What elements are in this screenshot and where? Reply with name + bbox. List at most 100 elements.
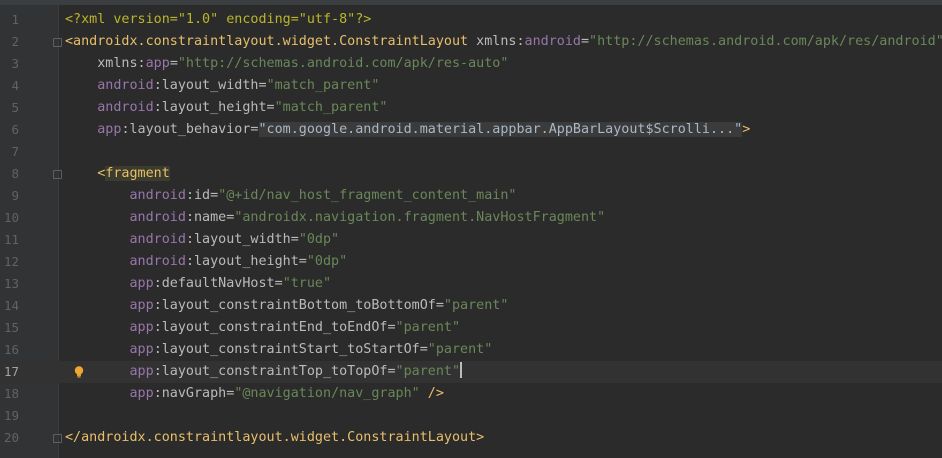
code-line[interactable]: 18 app:navGraph="@navigation/nav_graph" … (0, 383, 942, 405)
code-token: android (524, 34, 581, 49)
code-line[interactable]: 1 <?xml version="1.0" encoding="utf-8"?> (0, 9, 942, 31)
code-token: app (145, 56, 170, 71)
line-number[interactable]: 6 (0, 119, 19, 141)
code-token: app (129, 298, 154, 313)
fold-marker-icon[interactable] (53, 170, 62, 179)
code-line[interactable]: 16 app:layout_constraintStart_toStartOf=… (0, 339, 942, 361)
code-line[interactable]: 6 app:layout_behavior="com.google.androi… (0, 119, 942, 141)
code-text[interactable]: android:id="@+id/nav_host_fragment_conte… (65, 185, 517, 207)
code-line[interactable]: 4 android:layout_width="match_parent" (0, 75, 942, 97)
line-number[interactable]: 9 (0, 185, 19, 207)
code-line[interactable]: 8 <fragment (0, 163, 942, 185)
code-token: <androidx.constraintlayout.widget.Constr… (65, 34, 477, 49)
code-text[interactable]: xmlns:app="http://schemas.android.com/ap… (65, 53, 508, 75)
folded-region[interactable]: "com.google.android.material.appbar.AppB… (258, 122, 743, 137)
code-token: "parent" (395, 320, 461, 335)
code-token: "0dp" (298, 232, 340, 247)
code-token: "androidx.navigation.fragment.NavHostFra… (234, 210, 606, 225)
code-text[interactable]: <?xml version="1.0" encoding="utf-8"?> (65, 9, 371, 31)
fold-marker-icon[interactable] (53, 38, 62, 47)
code-token: app (97, 122, 122, 137)
code-token: android (129, 210, 186, 225)
line-number[interactable]: 8 (0, 163, 19, 185)
line-number[interactable]: 5 (0, 97, 19, 119)
code-text[interactable]: app:layout_constraintTop_toTopOf="parent… (65, 361, 463, 383)
code-line[interactable]: 13 app:defaultNavHost="true" (0, 273, 942, 295)
code-token: :defaultNavHost= (153, 276, 283, 291)
code-token: android (97, 100, 154, 115)
code-line[interactable]: 10 android:name="androidx.navigation.fra… (0, 207, 942, 229)
code-text[interactable]: app:layout_constraintBottom_toBottomOf="… (65, 295, 509, 317)
code-token: :layout_width= (185, 232, 299, 247)
code-token: :layout_constraintTop_toTopOf= (153, 364, 396, 379)
code-text[interactable]: app:layout_constraintEnd_toEndOf="parent… (65, 317, 461, 339)
code-token: android (129, 188, 186, 203)
code-line[interactable]: 19 (0, 405, 942, 427)
code-line[interactable]: 2 <androidx.constraintlayout.widget.Const… (0, 31, 942, 53)
code-text[interactable]: <fragment (65, 163, 170, 185)
line-number[interactable]: 19 (0, 405, 19, 427)
code-text[interactable]: <androidx.constraintlayout.widget.Constr… (65, 31, 942, 53)
code-token: android (129, 254, 186, 269)
line-number[interactable]: 10 (0, 207, 19, 229)
line-number[interactable]: 15 (0, 317, 19, 339)
code-token: :layout_constraintBottom_toBottomOf= (153, 298, 444, 313)
fold-marker-icon[interactable] (53, 434, 62, 443)
line-number[interactable]: 14 (0, 295, 19, 317)
code-text[interactable]: android:name="androidx.navigation.fragme… (65, 207, 606, 229)
code-line[interactable]: 7 (0, 141, 942, 163)
code-text[interactable]: android:layout_width="0dp" (65, 229, 340, 251)
code-token: app (129, 364, 154, 379)
code-line[interactable]: 12 android:layout_height="0dp" (0, 251, 942, 273)
line-number[interactable]: 4 (0, 75, 19, 97)
line-number[interactable]: 11 (0, 229, 19, 251)
line-number[interactable]: 3 (0, 53, 19, 75)
code-line[interactable]: 11 android:layout_width="0dp" (0, 229, 942, 251)
code-line[interactable]: 20 </androidx.constraintlayout.widget.Con… (0, 427, 942, 449)
code-text[interactable]: app:navGraph="@navigation/nav_graph" /> (65, 383, 444, 405)
code-token: :name= (185, 210, 235, 225)
code-token: :id= (185, 188, 219, 203)
code-text[interactable]: app:layout_behavior="com.google.android.… (65, 119, 750, 141)
code-line[interactable]: 3 xmlns:app="http://schemas.android.com/… (0, 53, 942, 75)
code-text[interactable]: app:layout_constraintStart_toStartOf="pa… (65, 339, 493, 361)
code-token: :layout_constraintStart_toStartOf= (153, 342, 428, 357)
line-number[interactable]: 20 (0, 427, 19, 449)
code-token: "http://schemas.android.com/apk/res/andr… (589, 34, 942, 49)
code-line[interactable]: 5 android:layout_height="match_parent" (0, 97, 942, 119)
line-number[interactable]: 13 (0, 273, 19, 295)
code-line[interactable]: 15 app:layout_constraintEnd_toEndOf="par… (0, 317, 942, 339)
code-token: "parent" (443, 298, 509, 313)
line-number[interactable]: 1 (0, 9, 19, 31)
code-editor[interactable]: 1 <?xml version="1.0" encoding="utf-8"?> 2… (0, 0, 942, 458)
line-number[interactable]: 16 (0, 339, 19, 361)
code-text[interactable]: </androidx.constraintlayout.widget.Const… (65, 427, 484, 449)
code-text[interactable]: android:layout_height="0dp" (65, 251, 348, 273)
line-number[interactable]: 17 (0, 361, 19, 383)
code-text[interactable]: android:layout_width="match_parent" (65, 75, 379, 97)
code-token: /> (419, 386, 444, 401)
code-token: "@+id/nav_host_fragment_content_main" (218, 188, 517, 203)
code-token: :layout_width= (153, 78, 267, 93)
code-token: <?xml version="1.0" encoding="utf-8"?> (65, 12, 372, 27)
code-text[interactable]: android:layout_height="match_parent" (65, 97, 387, 119)
code-text[interactable]: app:defaultNavHost="true" (65, 273, 332, 295)
line-number[interactable]: 7 (0, 141, 19, 163)
line-number[interactable]: 18 (0, 383, 19, 405)
code-token: app (129, 320, 154, 335)
code-token: "http://schemas.android.com/apk/res-auto… (177, 56, 509, 71)
line-number[interactable]: 2 (0, 31, 19, 53)
code-line[interactable]: 14 app:layout_constraintBottom_toBottomO… (0, 295, 942, 317)
line-number[interactable]: 12 (0, 251, 19, 273)
text-caret (460, 362, 463, 378)
code-token: "0dp" (306, 254, 348, 269)
code-line[interactable]: 9 android:id="@+id/nav_host_fragment_con… (0, 185, 942, 207)
code-line[interactable]: 17 app:layout_constraintTop_toTopOf="par… (0, 361, 942, 383)
